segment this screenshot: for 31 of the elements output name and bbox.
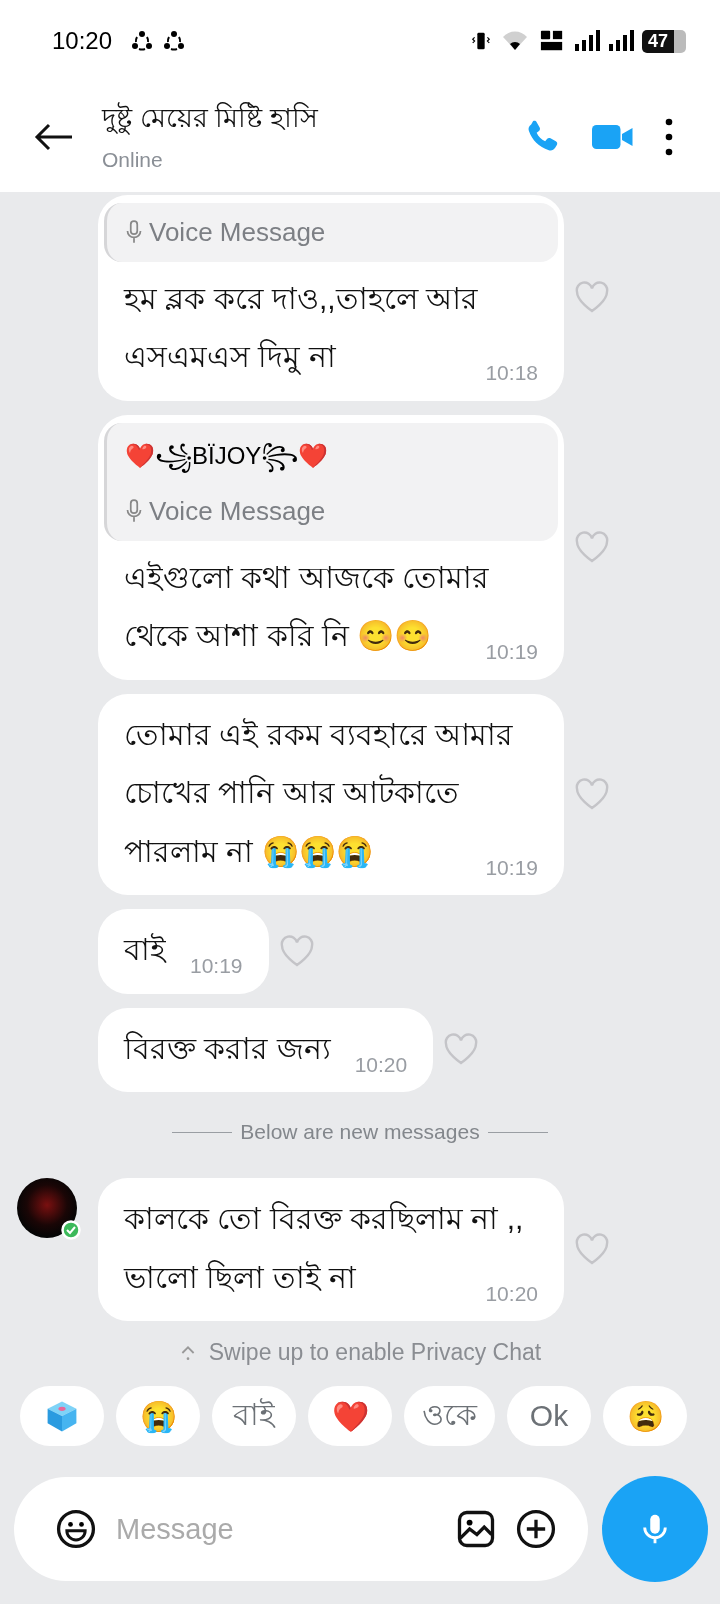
message-text: বাই xyxy=(124,933,166,966)
quick-reply-chip[interactable]: Ok xyxy=(507,1386,591,1446)
message-time: 10:18 xyxy=(485,362,538,383)
new-messages-divider: Below are new messages xyxy=(240,1120,480,1144)
quick-reply-chip[interactable]: বাই xyxy=(212,1386,296,1446)
status-time: 10:20 xyxy=(52,27,113,55)
quote-label: Voice Message xyxy=(149,216,326,248)
message-time: 10:19 xyxy=(485,856,538,878)
message-bubble[interactable]: তোমার এই রকম ব্যবহারে আমার চোখের পানি আর আটকাতে পারলাম না 😭😭😭 10:19 xyxy=(98,693,564,895)
message-text: হম ব্লক করে দাও,,তাহলে আর এসএমএস দিমু না xyxy=(124,281,478,373)
quoted-message[interactable]: ❤꧁BÏJOY꧂❤ Voice Message xyxy=(104,422,558,541)
privacy-hint: Swipe up to enable Privacy Chat xyxy=(208,1339,542,1366)
message-bubble[interactable]: বিরক্ত করার জন্য 10:20 xyxy=(98,1007,434,1092)
quick-reply-chip[interactable]: ওকে xyxy=(404,1386,495,1446)
contact-status: Online xyxy=(102,147,164,172)
quoted-message[interactable]: Voice Message xyxy=(104,202,558,262)
message-input[interactable]: Message xyxy=(14,1477,588,1581)
message-bubble[interactable]: ❤꧁BÏJOY꧂❤ Voice Message এইগুলো কথা আজকে তোমার থেকে আশা করি নি 😊😊 10:19 xyxy=(98,414,564,680)
message-bubble[interactable]: Voice Message হম ব্লক করে দাও,,তাহলে আর এসএমএস দিমু না 10:18 xyxy=(98,194,564,401)
message-text: বিরক্ত করার জন্য xyxy=(124,1031,331,1065)
message-bubble[interactable]: বাই 10:19 xyxy=(98,909,269,994)
message-text-input[interactable]: Message xyxy=(114,1511,438,1547)
quick-reply-chip[interactable]: ❤ xyxy=(308,1386,392,1446)
battery-indicator: 47 xyxy=(641,29,686,53)
contact-name: দুষ্টু মেয়ের মিষ্টি হাসি xyxy=(102,101,320,137)
message-bubble[interactable]: কালকে তো বিরক্ত করছিলাম না ,, ভালো ছিলা তাই না 10:20 xyxy=(98,1178,564,1321)
quote-sender: ❤꧁BÏJOY꧂❤ xyxy=(125,436,540,486)
quote-label: Voice Message xyxy=(149,495,326,527)
message-time: 10:20 xyxy=(354,1053,408,1075)
message-time: 10:20 xyxy=(485,1282,538,1304)
message-time: 10:19 xyxy=(190,955,243,976)
